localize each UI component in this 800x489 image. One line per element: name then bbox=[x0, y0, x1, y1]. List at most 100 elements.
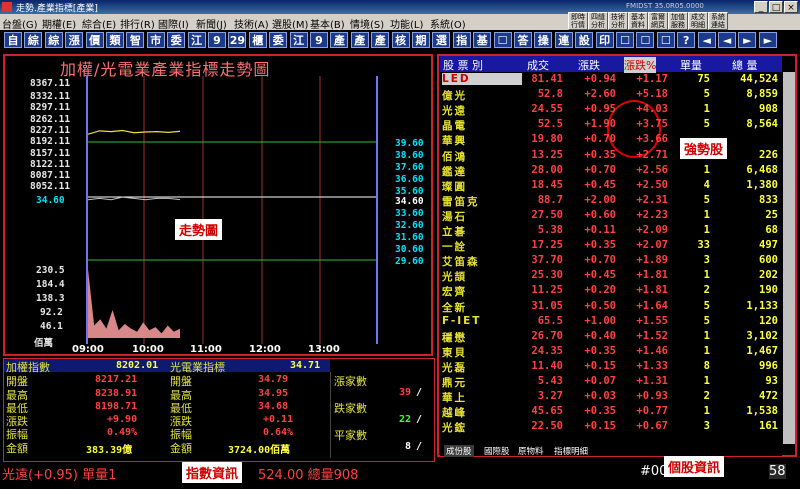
table-row[interactable]: 華上 3.27 +0.03 +0.93 2 472 bbox=[440, 390, 782, 405]
toolbar-button[interactable]: 漲 bbox=[65, 32, 84, 48]
toolbar-button[interactable]: 綜 bbox=[24, 32, 43, 48]
toolbar-button[interactable]: 9 bbox=[310, 32, 328, 48]
column-header[interactable]: 股 票 別 bbox=[443, 57, 483, 73]
toolbar-button[interactable]: 智 bbox=[126, 32, 145, 48]
table-row[interactable]: 璨圓 18.45 +0.45 +2.50 4 1,380 bbox=[440, 179, 782, 194]
toolbar-button[interactable]: ☐ bbox=[656, 32, 675, 48]
toolbar-button[interactable]: 江 bbox=[187, 32, 206, 48]
toolbar-button[interactable]: 操 bbox=[534, 32, 553, 48]
menu-item[interactable]: 綜合(E) bbox=[82, 16, 116, 31]
maximize-button[interactable]: □ bbox=[769, 1, 783, 13]
cell-pct: +1.81 bbox=[636, 284, 668, 297]
column-header[interactable]: 漲跌 bbox=[578, 57, 600, 73]
minimize-button[interactable]: _ bbox=[754, 1, 768, 13]
tab-raw-materials[interactable]: 原物料 bbox=[518, 445, 544, 457]
scrollbar[interactable] bbox=[783, 72, 795, 444]
column-header[interactable]: 總 量 bbox=[732, 57, 758, 73]
table-row[interactable]: 湯石 27.50 +0.60 +2.23 1 25 bbox=[440, 209, 782, 224]
menu-item[interactable]: 功能(L) bbox=[390, 16, 423, 31]
table-row[interactable]: LED 81.41 +0.94 +1.17 75 44,524 bbox=[440, 73, 782, 88]
toolbar-button[interactable]: 綜 bbox=[44, 32, 63, 48]
table-row[interactable]: 光遠 24.55 +0.95 +4.03 1 908 bbox=[440, 103, 782, 118]
toolbar-button[interactable]: 基 bbox=[473, 32, 492, 48]
toolbar-button[interactable]: 指 bbox=[452, 32, 471, 48]
toolbar-button[interactable]: ◄ bbox=[718, 32, 736, 48]
quick-button[interactable]: 系統連結 bbox=[708, 12, 728, 30]
toolbar-button[interactable]: 市 bbox=[146, 32, 165, 48]
table-row[interactable]: 佰鴻 13.25 +0.35 +2.71 226 bbox=[440, 149, 782, 164]
table-row[interactable]: 光頡 25.30 +0.45 +1.81 1 202 bbox=[440, 269, 782, 284]
menu-item[interactable]: 新聞(J) bbox=[196, 16, 227, 31]
quick-button[interactable]: 即時行情 bbox=[568, 12, 588, 30]
tab-index-detail[interactable]: 指標明細 bbox=[554, 445, 588, 457]
toolbar-button[interactable]: 設 bbox=[575, 32, 594, 48]
menu-item[interactable]: 系統(O) bbox=[430, 16, 466, 31]
toolbar-button[interactable]: 江 bbox=[289, 32, 308, 48]
tab-international[interactable]: 國際股 bbox=[484, 445, 510, 457]
column-header[interactable]: 單量 bbox=[680, 57, 702, 73]
table-row[interactable]: 一詮 17.25 +0.35 +2.07 33 497 bbox=[440, 239, 782, 254]
toolbar-button[interactable]: ◄ bbox=[697, 32, 716, 48]
column-header-sorted[interactable]: 漲跌% bbox=[624, 57, 657, 73]
quick-button[interactable]: 技術分析 bbox=[608, 12, 628, 30]
column-header[interactable]: 成交 bbox=[527, 57, 549, 73]
table-row[interactable]: 宏齊 11.25 +0.20 +1.81 2 190 bbox=[440, 284, 782, 299]
toolbar-button[interactable]: 期 bbox=[412, 32, 430, 48]
toolbar-button[interactable]: ☐ bbox=[493, 32, 512, 48]
table-row[interactable]: 艾笛森 37.70 +0.70 +1.89 3 600 bbox=[440, 254, 782, 269]
table-row[interactable]: 立碁 5.38 +0.11 +2.09 1 68 bbox=[440, 224, 782, 239]
quick-button[interactable]: 四縫分析 bbox=[588, 12, 608, 30]
toolbar-button[interactable]: 櫃 bbox=[248, 32, 267, 48]
menu-item[interactable]: 情境(S) bbox=[350, 16, 384, 31]
cell-total: 1,538 bbox=[746, 405, 778, 418]
menu-item[interactable]: 技術(A) bbox=[234, 16, 269, 31]
menu-item[interactable]: 國際(I) bbox=[158, 16, 189, 31]
toolbar-button[interactable]: 價 bbox=[85, 32, 104, 48]
table-row[interactable]: 光鋐 22.50 +0.15 +0.67 3 161 bbox=[440, 420, 782, 435]
toolbar-button[interactable]: 9 bbox=[208, 32, 226, 48]
close-button[interactable]: × bbox=[784, 1, 798, 13]
menu-item[interactable]: 基本(B) bbox=[310, 16, 345, 31]
table-row[interactable]: 東貝 24.35 +0.35 +1.46 1 1,467 bbox=[440, 345, 782, 360]
table-row[interactable]: 雷笛克 88.7 +2.00 +2.31 5 833 bbox=[440, 194, 782, 209]
tab-constituents[interactable]: 成份股 bbox=[444, 445, 474, 457]
toolbar-button[interactable]: ► bbox=[738, 32, 757, 48]
table-row[interactable]: 光磊 11.40 +0.15 +1.33 8 996 bbox=[440, 360, 782, 375]
toolbar-button[interactable]: 答 bbox=[514, 32, 532, 48]
toolbar-button[interactable]: 選 bbox=[432, 32, 451, 48]
menu-item[interactable]: 選股(M) bbox=[272, 16, 308, 31]
toolbar-button[interactable]: 連 bbox=[554, 32, 573, 48]
table-row[interactable]: 晶電 52.5 +1.90 +3.75 5 8,564 bbox=[440, 118, 782, 133]
table-row[interactable]: 穩懋 26.70 +0.40 +1.52 1 3,102 bbox=[440, 330, 782, 345]
toolbar-button[interactable]: 核 bbox=[391, 32, 410, 48]
cell-vol: 1 bbox=[703, 103, 710, 116]
toolbar-button[interactable]: 產 bbox=[330, 32, 349, 48]
table-row[interactable]: 鑑達 28.00 +0.70 +2.56 1 6,468 bbox=[440, 164, 782, 179]
toolbar-button[interactable]: 產 bbox=[371, 32, 390, 48]
quick-button[interactable]: 加值服務 bbox=[668, 12, 688, 30]
quick-button[interactable]: 富爾網頁 bbox=[648, 12, 668, 30]
toolbar-button[interactable]: 委 bbox=[269, 32, 288, 48]
table-row[interactable]: F-IET 65.5 +1.00 +1.55 5 120 bbox=[440, 315, 782, 330]
menu-item[interactable]: 期權(E) bbox=[42, 16, 76, 31]
menu-item[interactable]: 台盤(G) bbox=[2, 16, 38, 31]
toolbar-button[interactable]: 印 bbox=[595, 32, 614, 48]
table-row[interactable]: 億光 52.8 +2.60 +5.18 5 8,859 bbox=[440, 88, 782, 103]
table-row[interactable]: 鼎元 5.43 +0.07 +1.31 1 93 bbox=[440, 375, 782, 390]
table-row[interactable]: 華興 19.80 +0.70 +3.66 bbox=[440, 133, 782, 148]
quick-button[interactable]: 基本資料 bbox=[628, 12, 648, 30]
quick-button[interactable]: 成交明細 bbox=[688, 12, 708, 30]
toolbar-button[interactable]: ► bbox=[758, 32, 777, 48]
cell-price: 25.30 bbox=[531, 269, 563, 282]
toolbar-button[interactable]: ? bbox=[677, 32, 696, 48]
toolbar-button[interactable]: 自 bbox=[4, 32, 22, 48]
toolbar-button[interactable]: 委 bbox=[167, 32, 186, 48]
toolbar-button[interactable]: ☐ bbox=[616, 32, 634, 48]
toolbar-button[interactable]: 產 bbox=[350, 32, 369, 48]
toolbar-button[interactable]: 29 bbox=[228, 32, 247, 48]
table-row[interactable]: 全新 31.05 +0.50 +1.64 5 1,133 bbox=[440, 300, 782, 315]
menu-item[interactable]: 排行(R) bbox=[120, 16, 155, 31]
toolbar-button[interactable]: ☐ bbox=[636, 32, 655, 48]
toolbar-button[interactable]: 類 bbox=[106, 32, 124, 48]
table-row[interactable]: 越峰 45.65 +0.35 +0.77 1 1,538 bbox=[440, 405, 782, 420]
